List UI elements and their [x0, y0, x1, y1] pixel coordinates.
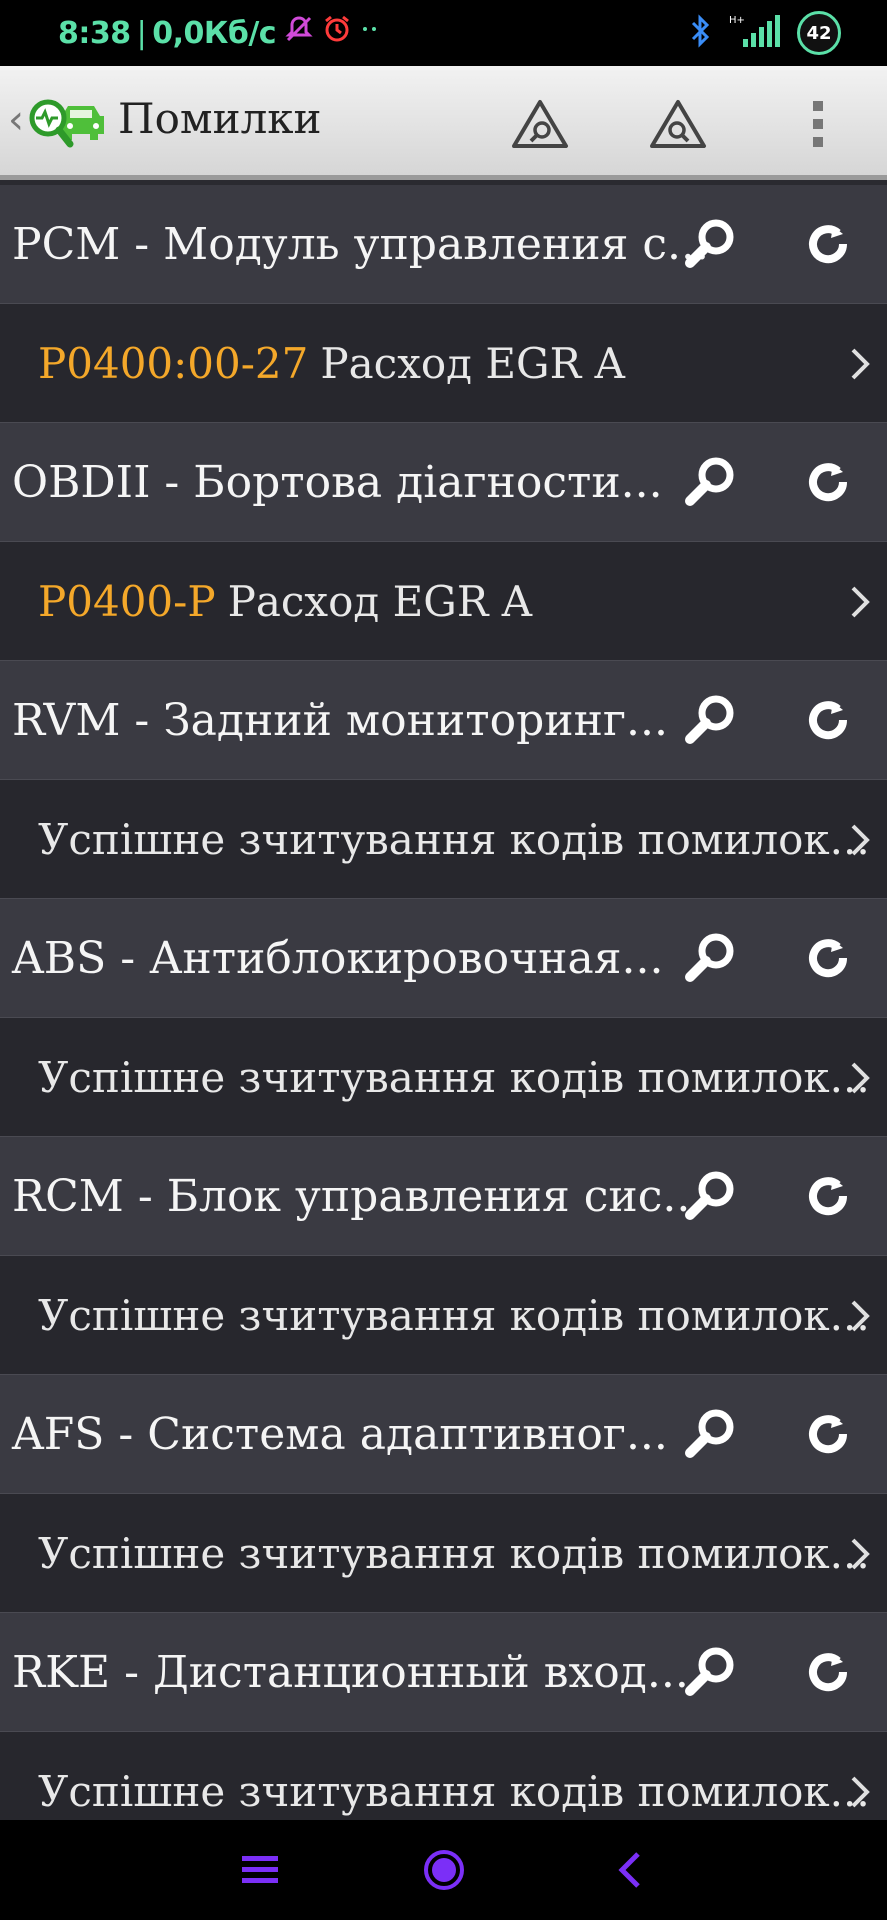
status-row[interactable]: Успішне зчитування кодів помилок... — [0, 1018, 887, 1137]
module-row[interactable]: OBDII - Бортова діагности... — [0, 423, 887, 542]
refresh-icon[interactable] — [800, 931, 856, 987]
nav-back-button[interactable] — [600, 1842, 660, 1898]
module-row[interactable]: AFS - Система адаптивног... — [0, 1375, 887, 1494]
module-title: RCM - Блок управления сис... — [12, 1171, 705, 1222]
search-icon[interactable] — [680, 1641, 742, 1703]
toolbar-back-chevron-icon[interactable]: ‹ — [8, 100, 24, 140]
alarm-icon — [322, 14, 352, 52]
status-right: H+ 42 — [687, 0, 841, 66]
error-detail: P0400-P Расход EGR A — [38, 542, 532, 661]
status-separator: | — [136, 15, 147, 51]
error-description: Расход EGR A — [227, 577, 533, 626]
battery-indicator: 42 — [797, 11, 841, 55]
network-speed: 0,0Кб/с — [152, 15, 277, 51]
module-row[interactable]: ABS - Антиблокировочная... — [0, 899, 887, 1018]
search-icon[interactable] — [680, 213, 742, 275]
search-icon[interactable] — [680, 689, 742, 751]
more-notifications-icon — [360, 14, 380, 52]
rescan-button[interactable] — [648, 96, 708, 152]
module-row[interactable]: RKE - Дистанционный вход... — [0, 1613, 887, 1732]
module-title: AFS - Система адаптивног... — [12, 1409, 668, 1460]
status-text: Успішне зчитування кодів помилок... — [38, 1529, 870, 1578]
nav-home-button[interactable] — [414, 1842, 474, 1898]
error-code: P0400:00-27 — [38, 339, 309, 388]
chevron-right-icon — [851, 824, 870, 856]
chevron-right-icon — [851, 1300, 870, 1332]
refresh-icon[interactable] — [800, 1645, 856, 1701]
module-row[interactable]: RCM - Блок управления сис... — [0, 1137, 887, 1256]
network-type-label: H+ — [729, 15, 745, 26]
error-code-row[interactable]: P0400:00-27 Расход EGR A — [0, 304, 887, 423]
error-code: P0400-P — [38, 577, 216, 626]
status-row[interactable]: Успішне зчитування кодів помилок... — [0, 780, 887, 899]
scan-button[interactable] — [510, 96, 570, 152]
refresh-icon[interactable] — [800, 217, 856, 273]
app-toolbar: ‹ Помилки — [0, 66, 887, 180]
home-icon — [424, 1850, 464, 1890]
module-title: PCM - Модуль управления с... — [12, 219, 709, 270]
page-title: Помилки — [118, 94, 322, 143]
error-code-row[interactable]: P0400-P Расход EGR A — [0, 542, 887, 661]
signal-icon: H+ — [727, 11, 783, 55]
module-title: RVM - Задний мониторинг... — [12, 695, 668, 746]
status-row[interactable]: Успішне зчитування кодів помилок... — [0, 1256, 887, 1375]
menu-icon — [242, 1856, 278, 1883]
module-row[interactable]: RVM - Задний мониторинг... — [0, 661, 887, 780]
scan-triangle-icon — [512, 100, 568, 148]
module-title: OBDII - Бортова діагности... — [12, 457, 663, 508]
scan-triangle-icon — [650, 100, 706, 148]
search-icon[interactable] — [680, 1165, 742, 1227]
chevron-right-icon — [851, 1776, 870, 1808]
refresh-icon[interactable] — [800, 1169, 856, 1225]
chevron-right-icon — [851, 348, 870, 380]
status-bar: 8:38 | 0,0Кб/с H+ 42 — [0, 0, 887, 66]
refresh-icon[interactable] — [800, 1407, 856, 1463]
refresh-icon[interactable] — [800, 455, 856, 511]
car-diagnostic-logo-icon[interactable] — [26, 94, 108, 158]
error-list: PCM - Модуль управления с... P0400:00-27… — [0, 185, 887, 1851]
notifications-off-icon — [284, 14, 314, 52]
back-icon — [618, 1852, 640, 1888]
system-nav-bar — [0, 1820, 887, 1920]
chevron-right-icon — [851, 1062, 870, 1094]
nav-menu-button[interactable] — [230, 1842, 290, 1898]
module-row[interactable]: PCM - Модуль управления с... — [0, 185, 887, 304]
status-text: Успішне зчитування кодів помилок... — [38, 1053, 870, 1102]
search-icon[interactable] — [680, 451, 742, 513]
chevron-right-icon — [851, 1538, 870, 1570]
module-title: RKE - Дистанционный вход... — [12, 1647, 689, 1698]
more-vert-icon — [813, 101, 823, 147]
error-detail: P0400:00-27 Расход EGR A — [38, 304, 625, 423]
bluetooth-icon — [687, 14, 713, 52]
status-time: 8:38 — [58, 15, 131, 51]
status-row[interactable]: Успішне зчитування кодів помилок... — [0, 1494, 887, 1613]
module-title: ABS - Антиблокировочная... — [12, 933, 664, 984]
refresh-icon[interactable] — [800, 693, 856, 749]
search-icon[interactable] — [680, 1403, 742, 1465]
search-icon[interactable] — [680, 927, 742, 989]
error-description: Расход EGR A — [320, 339, 625, 388]
overflow-menu-button[interactable] — [800, 96, 836, 152]
status-text: Успішне зчитування кодів помилок... — [38, 1291, 870, 1340]
status-text: Успішне зчитування кодів помилок... — [38, 815, 870, 864]
status-left: 8:38 | 0,0Кб/с — [58, 0, 380, 66]
chevron-right-icon — [851, 586, 870, 618]
